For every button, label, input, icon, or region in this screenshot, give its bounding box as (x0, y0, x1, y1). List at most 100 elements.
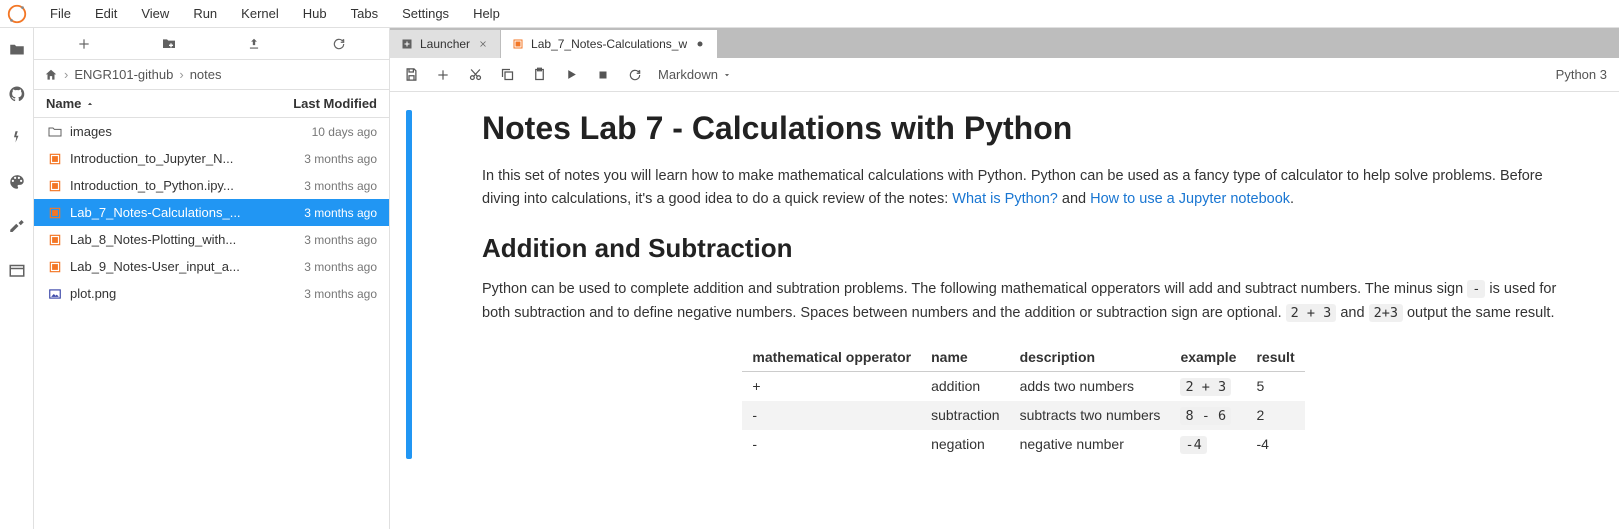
table-cell: + (742, 371, 921, 401)
table-header: result (1246, 343, 1304, 372)
github-icon[interactable] (7, 84, 27, 104)
breadcrumb-separator: › (179, 67, 183, 82)
breadcrumb: › ENGR101-github › notes (34, 60, 389, 90)
kernel-name[interactable]: Python 3 (1556, 67, 1607, 82)
file-name: plot.png (70, 286, 267, 301)
save-icon[interactable] (402, 66, 420, 84)
tab-icon (400, 37, 414, 51)
table-row: +additionadds two numbers2 + 35 (742, 371, 1304, 401)
markdown-cell[interactable]: Notes Lab 7 - Calculations with Python I… (404, 110, 1605, 459)
new-folder-icon[interactable] (159, 34, 179, 54)
file-row[interactable]: images10 days ago (34, 118, 389, 145)
chevron-down-icon (722, 70, 732, 80)
menu-edit[interactable]: Edit (83, 2, 129, 25)
table-cell: 2 (1246, 401, 1304, 430)
operators-table: mathematical opperatornamedescriptionexa… (742, 343, 1304, 459)
jupyter-logo (4, 1, 30, 27)
table-cell: subtraction (921, 401, 1009, 430)
table-cell: addition (921, 371, 1009, 401)
left-activity-bar (0, 28, 34, 529)
folder-icon[interactable] (7, 40, 27, 60)
tab-bar: Launcher Lab_7_Notes-Calculations_w (390, 28, 1619, 58)
table-cell: 2 + 3 (1170, 371, 1246, 401)
palette-icon[interactable] (7, 172, 27, 192)
file-name: Lab_7_Notes-Calculations_... (70, 205, 267, 220)
heading-1: Notes Lab 7 - Calculations with Python (482, 110, 1565, 147)
header-name-column[interactable]: Name (46, 96, 257, 111)
inline-code: 2+3 (1369, 304, 1403, 322)
add-cell-icon[interactable] (434, 66, 452, 84)
table-cell: 8 - 6 (1170, 401, 1246, 430)
close-icon[interactable] (476, 37, 490, 51)
breadcrumb-item[interactable]: notes (190, 67, 222, 82)
unsaved-dot-icon[interactable] (693, 37, 707, 51)
file-row[interactable]: plot.png3 months ago (34, 280, 389, 307)
table-row: -negationnegative number-4-4 (742, 430, 1304, 459)
top-menu-bar: FileEditViewRunKernelHubTabsSettingsHelp (0, 0, 1619, 28)
inline-code: 2 + 3 (1286, 304, 1337, 322)
menu-kernel[interactable]: Kernel (229, 2, 291, 25)
menu-settings[interactable]: Settings (390, 2, 461, 25)
file-modified: 10 days ago (267, 125, 377, 139)
breadcrumb-home-icon[interactable] (44, 68, 58, 82)
tab[interactable]: Lab_7_Notes-Calculations_w (501, 30, 718, 58)
running-icon[interactable] (7, 128, 27, 148)
file-browser-toolbar (34, 28, 389, 60)
stop-icon[interactable] (594, 66, 612, 84)
file-list: images10 days agoIntroduction_to_Jupyter… (34, 118, 389, 529)
table-row: -subtractionsubtracts two numbers8 - 62 (742, 401, 1304, 430)
link-what-is-python[interactable]: What is Python? (952, 191, 1058, 207)
file-name: Introduction_to_Python.ipy... (70, 178, 267, 193)
table-cell: negation (921, 430, 1009, 459)
cell-active-indicator (406, 110, 412, 459)
text: Python can be used to complete addition … (482, 281, 1467, 297)
table-cell: negative number (1010, 430, 1171, 459)
tab-icon (511, 37, 525, 51)
table-cell: - (742, 401, 921, 430)
file-row[interactable]: Introduction_to_Jupyter_N...3 months ago (34, 145, 389, 172)
menu-run[interactable]: Run (181, 2, 229, 25)
wrench-icon[interactable] (7, 216, 27, 236)
header-name-label: Name (46, 96, 81, 111)
new-launcher-icon[interactable] (74, 34, 94, 54)
tabs-icon[interactable] (7, 260, 27, 280)
file-row[interactable]: Lab_8_Notes-Plotting_with...3 months ago (34, 226, 389, 253)
cell-type-label: Markdown (658, 67, 718, 82)
refresh-icon[interactable] (329, 34, 349, 54)
notebook-content[interactable]: Notes Lab 7 - Calculations with Python I… (390, 92, 1619, 529)
restart-icon[interactable] (626, 66, 644, 84)
run-icon[interactable] (562, 66, 580, 84)
link-jupyter-notebook[interactable]: How to use a Jupyter notebook (1090, 191, 1290, 207)
file-row[interactable]: Introduction_to_Python.ipy...3 months ag… (34, 172, 389, 199)
menu-file[interactable]: File (38, 2, 83, 25)
notebook-icon (46, 150, 64, 168)
file-name: Lab_9_Notes-User_input_a... (70, 259, 267, 274)
table-cell: -4 (1246, 430, 1304, 459)
file-modified: 3 months ago (267, 179, 377, 193)
menu-hub[interactable]: Hub (291, 2, 339, 25)
table-header: name (921, 343, 1009, 372)
header-modified-column[interactable]: Last Modified (257, 96, 377, 111)
copy-icon[interactable] (498, 66, 516, 84)
file-row[interactable]: Lab_9_Notes-User_input_a...3 months ago (34, 253, 389, 280)
notebook-icon (46, 204, 64, 222)
table-cell: subtracts two numbers (1010, 401, 1171, 430)
menu-tabs[interactable]: Tabs (339, 2, 390, 25)
text: and (1336, 305, 1368, 321)
table-cell: 5 (1246, 371, 1304, 401)
cut-icon[interactable] (466, 66, 484, 84)
paste-icon[interactable] (530, 66, 548, 84)
menu-help[interactable]: Help (461, 2, 512, 25)
file-row[interactable]: Lab_7_Notes-Calculations_...3 months ago (34, 199, 389, 226)
upload-icon[interactable] (244, 34, 264, 54)
cell-body: Notes Lab 7 - Calculations with Python I… (482, 110, 1605, 459)
breadcrumb-item[interactable]: ENGR101-github (74, 67, 173, 82)
file-name: Introduction_to_Jupyter_N... (70, 151, 267, 166)
menu-items: FileEditViewRunKernelHubTabsSettingsHelp (38, 2, 512, 25)
file-modified: 3 months ago (267, 152, 377, 166)
cell-type-select[interactable]: Markdown (658, 67, 732, 82)
tab-label: Lab_7_Notes-Calculations_w (531, 37, 687, 51)
menu-view[interactable]: View (129, 2, 181, 25)
tab[interactable]: Launcher (390, 30, 501, 58)
file-name: Lab_8_Notes-Plotting_with... (70, 232, 267, 247)
